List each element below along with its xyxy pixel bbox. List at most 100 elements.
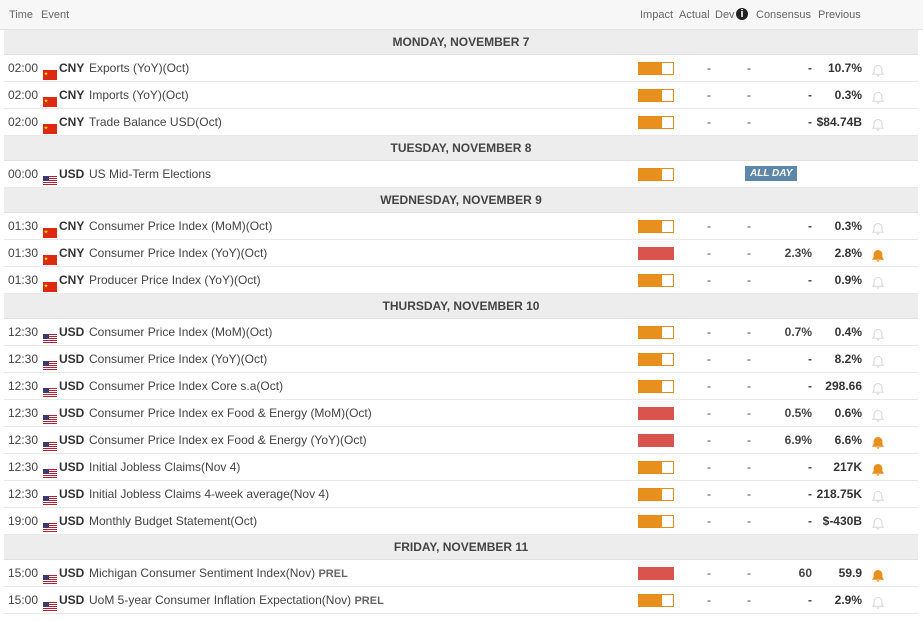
event-name[interactable]: Consumer Price Index Core s.a(Oct): [89, 373, 283, 399]
event-name[interactable]: Consumer Price Index (YoY)(Oct): [89, 346, 267, 372]
event-time: 02:00: [8, 61, 39, 75]
event-name[interactable]: Consumer Price Index (MoM)(Oct): [89, 213, 272, 239]
impact-fill: [639, 248, 673, 259]
currency-code: USD: [59, 460, 85, 474]
bell-active-icon[interactable]: [871, 460, 885, 476]
impact-bar: [638, 326, 674, 339]
table-row[interactable]: 02:00 CNY Trade Balance USD(Oct) - - - $84.74B: [4, 109, 918, 136]
event-time: 12:30: [8, 433, 39, 447]
bell-icon[interactable]: [871, 219, 885, 235]
impact-fill: [639, 462, 662, 473]
bell-icon[interactable]: [871, 487, 885, 503]
event-name[interactable]: Michigan Consumer Sentiment Index(Nov) P…: [89, 560, 348, 587]
event-title: Trade Balance USD(Oct): [89, 115, 222, 129]
bell-icon[interactable]: [871, 379, 885, 395]
deviation-value: -: [747, 379, 751, 393]
impact-fill: [639, 516, 662, 527]
consensus-value: -: [808, 487, 812, 501]
impact-bar: [638, 488, 674, 501]
event-title: Michigan Consumer Sentiment Index(Nov): [89, 566, 316, 580]
event-name[interactable]: Consumer Price Index (YoY)(Oct): [89, 240, 267, 266]
table-row[interactable]: 19:00 USD Monthly Budget Statement(Oct) - - -…: [4, 508, 918, 535]
bell-icon[interactable]: [871, 115, 885, 131]
bell-icon[interactable]: [871, 514, 885, 530]
event-title: UoM 5-year Consumer Inflation Expectatio…: [89, 593, 352, 607]
col-actual-header[interactable]: Actual: [679, 9, 710, 21]
table-row[interactable]: 12:30 USD Consumer Price Index ex Food & E…: [4, 400, 918, 427]
actual-value: -: [707, 273, 711, 287]
table-row[interactable]: 02:00 CNY Exports (YoY)(Oct) - - - 10.7%: [4, 55, 918, 82]
bell-icon[interactable]: [871, 273, 885, 289]
event-name[interactable]: Consumer Price Index ex Food & Energy (M…: [89, 400, 372, 426]
bell-icon[interactable]: [871, 88, 885, 104]
actual-value: -: [707, 325, 711, 339]
col-consensus-header[interactable]: Consensus: [756, 9, 811, 21]
us-flag-icon: [43, 381, 57, 398]
bell-icon[interactable]: [871, 593, 885, 609]
cn-flag-icon: [43, 248, 57, 265]
event-name[interactable]: Consumer Price Index (MoM)(Oct): [89, 319, 272, 345]
consensus-value: -: [808, 514, 812, 528]
col-time-header[interactable]: Time: [9, 9, 33, 21]
actual-value: -: [707, 61, 711, 75]
col-dev-header[interactable]: Dev: [715, 9, 735, 21]
event-title: Consumer Price Index (YoY)(Oct): [89, 246, 268, 260]
bell-icon[interactable]: [871, 406, 885, 422]
bell-active-icon[interactable]: [871, 246, 885, 262]
col-previous-header[interactable]: Previous: [818, 9, 861, 21]
impact-bar: [638, 380, 674, 393]
table-row[interactable]: 02:00 CNY Imports (YoY)(Oct) - - - 0.3%: [4, 82, 918, 109]
table-row[interactable]: 12:30 USD Consumer Price Index (YoY)(Oct) -…: [4, 346, 918, 373]
deviation-value: -: [747, 61, 751, 75]
table-row[interactable]: 12:30 USD Consumer Price Index (MoM)(Oct) -…: [4, 319, 918, 346]
table-row[interactable]: 01:30 CNY Producer Price Index (YoY)(Oct) -…: [4, 267, 918, 294]
actual-value: -: [707, 433, 711, 447]
bell-icon[interactable]: [871, 325, 885, 341]
event-name[interactable]: Trade Balance USD(Oct): [89, 109, 222, 135]
event-title: Monthly Budget Statement(Oct): [89, 514, 258, 528]
event-name[interactable]: Producer Price Index (YoY)(Oct): [89, 267, 261, 293]
impact-bar: [638, 567, 674, 580]
table-header: Time Event Impact Actual Dev i Consensus…: [0, 0, 923, 30]
deviation-value: -: [747, 352, 751, 366]
table-row[interactable]: 15:00 USD Michigan Consumer Sentiment Inde…: [4, 560, 918, 587]
deviation-value: -: [747, 246, 751, 260]
impact-bar: [638, 247, 674, 260]
consensus-value: -: [808, 219, 812, 233]
table-row[interactable]: 12:30 USD Consumer Price Index ex Food & E…: [4, 427, 918, 454]
cn-flag-icon: [43, 275, 57, 292]
bell-icon[interactable]: [871, 352, 885, 368]
consensus-value: 0.5%: [784, 406, 812, 420]
table-row[interactable]: 01:30 CNY Consumer Price Index (YoY)(Oct) -…: [4, 240, 918, 267]
event-name[interactable]: US Mid-Term Elections: [89, 161, 211, 187]
event-name[interactable]: Imports (YoY)(Oct): [89, 82, 189, 108]
info-icon[interactable]: i: [736, 8, 748, 20]
event-name[interactable]: Initial Jobless Claims 4-week average(No…: [89, 481, 329, 507]
currency-code: USD: [59, 566, 85, 580]
bell-active-icon[interactable]: [871, 433, 885, 449]
table-row[interactable]: 12:30 USD Initial Jobless Claims 4-week av…: [4, 481, 918, 508]
table-row[interactable]: 01:30 CNY Consumer Price Index (MoM)(Oct) -…: [4, 213, 918, 240]
actual-value: -: [707, 246, 711, 260]
event-name[interactable]: Exports (YoY)(Oct): [89, 55, 189, 81]
event-name[interactable]: UoM 5-year Consumer Inflation Expectatio…: [89, 587, 384, 614]
us-flag-icon: [43, 516, 57, 533]
bell-active-icon[interactable]: [871, 566, 885, 582]
event-name[interactable]: Initial Jobless Claims(Nov 4): [89, 454, 240, 480]
col-event-header[interactable]: Event: [41, 9, 69, 21]
table-row[interactable]: 00:00 USD US Mid-Term Elections ALL DAY: [4, 161, 918, 188]
col-impact-header[interactable]: Impact: [640, 9, 673, 21]
deviation-value: -: [747, 115, 751, 129]
event-name[interactable]: Monthly Budget Statement(Oct): [89, 508, 257, 534]
impact-fill: [639, 63, 662, 74]
table-row[interactable]: 15:00 USD UoM 5-year Consumer Inflation Ex…: [4, 587, 918, 614]
event-time: 01:30: [8, 219, 39, 233]
deviation-value: -: [747, 219, 751, 233]
event-name[interactable]: Consumer Price Index ex Food & Energy (Y…: [89, 427, 367, 453]
us-flag-icon: [43, 435, 57, 452]
bell-icon[interactable]: [871, 61, 885, 77]
previous-value: 59.9: [838, 566, 862, 580]
table-row[interactable]: 12:30 USD Initial Jobless Claims(Nov 4) - - -…: [4, 454, 918, 481]
event-time: 00:00: [8, 167, 39, 181]
table-row[interactable]: 12:30 USD Consumer Price Index Core s.a(Oc…: [4, 373, 918, 400]
